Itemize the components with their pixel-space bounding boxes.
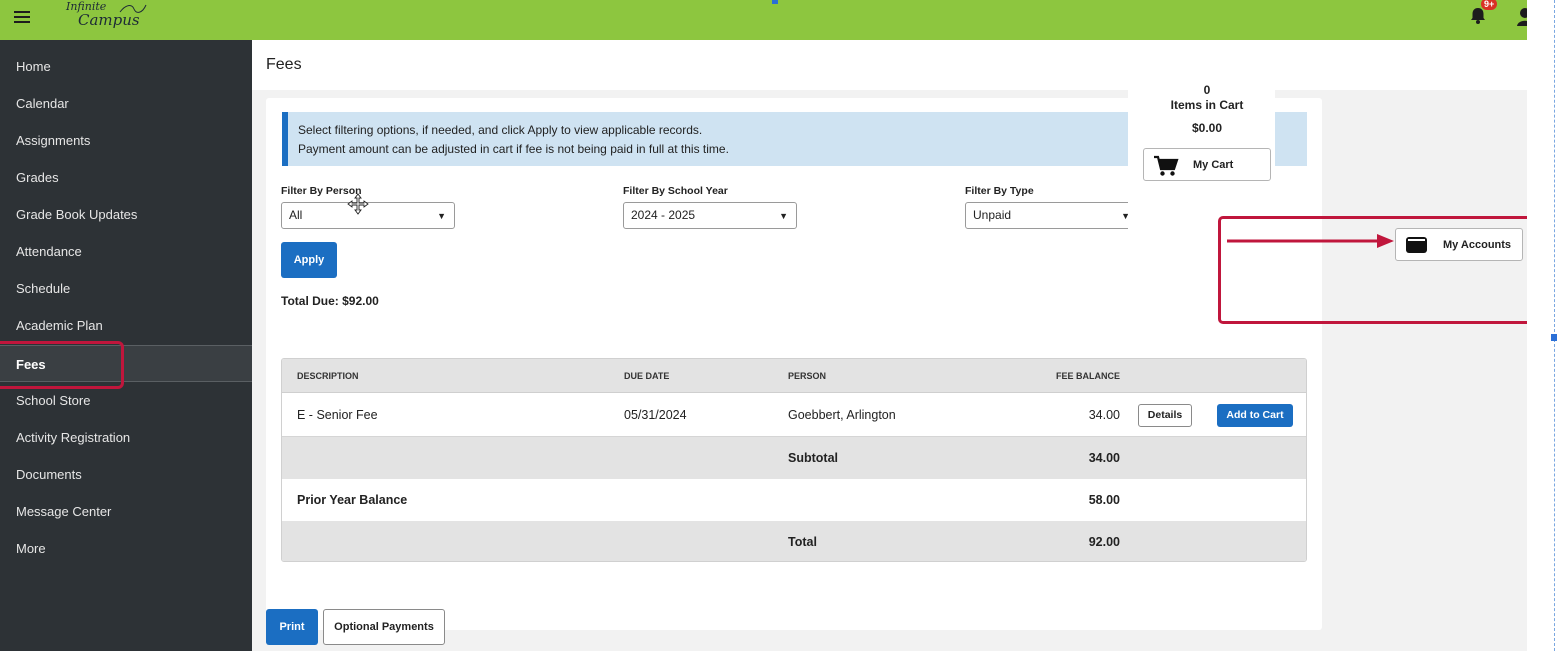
table-header: DESCRIPTION DUE DATE PERSON FEE BALANCE [282,359,1306,393]
fee-description: E - Senior Fee [297,408,378,422]
filter-year-value: 2024 - 2025 [631,208,696,222]
selection-handle [1551,334,1557,341]
add-to-cart-button[interactable]: Add to Cart [1217,404,1293,427]
filter-type-label: Filter By Type [965,185,1034,197]
filter-type-select[interactable]: Unpaid ▼ [965,202,1139,229]
notification-badge: 9+ [1481,0,1498,10]
cart-count-block: 0 Items in Cart [1128,83,1286,113]
sidebar-item-documents[interactable]: Documents [0,456,252,493]
prior-year-row: Prior Year Balance 58.00 [282,479,1306,521]
move-cursor-icon [347,193,369,215]
sidebar-item-grades[interactable]: Grades [0,159,252,196]
print-button[interactable]: Print [266,609,318,645]
sidebar-item-assignments[interactable]: Assignments [0,122,252,159]
selection-handle [772,0,778,4]
cart-count-label: Items in Cart [1170,98,1244,112]
filter-type-value: Unpaid [973,208,1012,222]
filter-person-value: All [289,208,303,222]
header-description: DESCRIPTION [297,371,359,381]
prior-year-value: 58.00 [1088,493,1120,507]
sidebar-item-attendance[interactable]: Attendance [0,233,252,270]
total-value: 92.00 [1088,535,1120,549]
cart-icon [1154,155,1179,176]
my-cart-label: My Cart [1193,159,1234,171]
main-content: Fees Select filtering options, if needed… [252,40,1527,651]
sidebar-item-schedule[interactable]: Schedule [0,270,252,307]
apply-button[interactable]: Apply [281,242,337,278]
menu-icon[interactable] [14,8,32,26]
total-due: Total Due: $92.00 [281,294,379,308]
sidebar-item-calendar[interactable]: Calendar [0,85,252,122]
logo[interactable]: Infinite Campus [66,1,147,28]
table-row: E - Senior Fee 05/31/2024 Goebbert, Arli… [282,393,1306,437]
annotation-arrow-icon [1227,234,1394,248]
selection-border [1554,0,1555,651]
fee-person: Goebbert, Arlington [788,408,896,422]
details-button[interactable]: Details [1138,404,1192,427]
subtotal-value: 34.00 [1088,451,1120,465]
fee-balance: 34.00 [1088,408,1120,422]
filter-year-label: Filter By School Year [623,185,728,197]
fee-due-date: 05/31/2024 [624,408,687,422]
cart-amount: $0.00 [1191,121,1223,135]
my-cart-button[interactable]: My Cart [1143,148,1271,181]
header-person: PERSON [788,371,827,381]
subtotal-row: Subtotal 34.00 [282,437,1306,479]
sidebar-item-activity-registration[interactable]: Activity Registration [0,419,252,456]
chevron-down-icon: ▼ [437,211,446,221]
prior-year-label: Prior Year Balance [297,493,408,507]
header-fee-balance: FEE BALANCE [1056,371,1121,381]
top-bar: Infinite Campus 9+ [0,0,1530,40]
filter-year-select[interactable]: 2024 - 2025 ▼ [623,202,797,229]
fees-table: DESCRIPTION DUE DATE PERSON FEE BALANCE … [281,358,1307,562]
fees-highlight-annotation [0,341,124,389]
title-bar: Fees [252,40,1527,90]
total-row: Total 92.00 [282,521,1306,561]
cart-count: 0 [1203,83,1211,97]
header-due-date: DUE DATE [624,371,670,381]
cart-panel: 0 Items in Cart $0.00 My Cart [1128,65,1275,237]
page-title: Fees [266,56,302,73]
sidebar-item-academic-plan[interactable]: Academic Plan [0,307,252,344]
optional-payments-button[interactable]: Optional Payments [323,609,445,645]
total-label: Total [788,535,817,549]
sidebar-item-home[interactable]: Home [0,48,252,85]
subtotal-label: Subtotal [788,451,838,465]
sidebar-item-grade-book-updates[interactable]: Grade Book Updates [0,196,252,233]
chevron-down-icon: ▼ [779,211,788,221]
logo-swoosh-icon [119,4,147,13]
sidebar-item-message-center[interactable]: Message Center [0,493,252,530]
sidebar-item-more[interactable]: More [0,530,252,567]
